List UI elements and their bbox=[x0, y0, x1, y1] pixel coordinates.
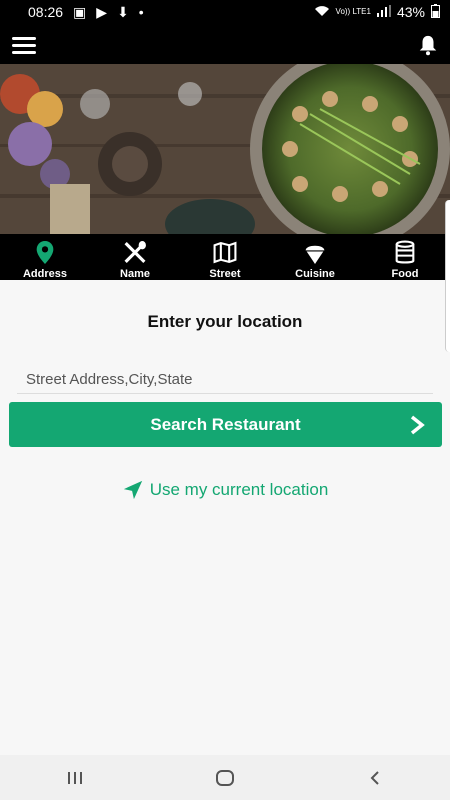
tab-street[interactable]: Street bbox=[180, 234, 270, 280]
navigation-arrow-icon bbox=[123, 480, 142, 500]
location-form: Enter your location Search Restaurant Us… bbox=[0, 280, 450, 755]
map-icon bbox=[213, 241, 237, 264]
network-label: Vo)) LTE1 bbox=[335, 7, 371, 16]
map-pin-icon bbox=[36, 241, 54, 264]
battery-percent: 43% bbox=[396, 4, 425, 20]
tab-address[interactable]: Address bbox=[0, 234, 90, 280]
hero-food-image bbox=[0, 64, 450, 234]
signal-icon bbox=[376, 4, 391, 20]
battery-icon bbox=[431, 3, 440, 21]
address-input[interactable] bbox=[17, 366, 433, 394]
scroll-indicator[interactable] bbox=[445, 200, 450, 352]
fork-spoon-icon bbox=[124, 241, 146, 263]
image-notification-icon: ▣ bbox=[73, 3, 87, 20]
recent-apps-icon[interactable] bbox=[55, 763, 95, 793]
can-icon bbox=[395, 240, 415, 264]
tab-cuisine[interactable]: Cuisine bbox=[270, 234, 360, 280]
status-bar: 08:26 ▣ ▶ ⬇ • Vo)) LTE1 43% bbox=[0, 0, 450, 24]
download-notification-icon: ⬇ bbox=[117, 3, 129, 20]
back-icon[interactable] bbox=[355, 763, 395, 793]
tab-name[interactable]: Name bbox=[90, 234, 180, 280]
chevron-right-icon bbox=[410, 415, 425, 435]
ice-cream-icon bbox=[305, 245, 325, 264]
play-notification-icon: ▶ bbox=[96, 3, 108, 20]
search-button-label: Search Restaurant bbox=[150, 414, 301, 434]
tab-name-label: Name bbox=[120, 268, 150, 280]
search-restaurant-button[interactable]: Search Restaurant bbox=[9, 402, 442, 447]
use-current-location-link[interactable]: Use my current location bbox=[0, 479, 450, 501]
tab-food-label: Food bbox=[391, 268, 419, 280]
clock: 08:26 bbox=[28, 4, 64, 20]
app-bar bbox=[0, 24, 450, 64]
tab-address-label: Address bbox=[22, 268, 68, 280]
bell-icon[interactable] bbox=[417, 34, 439, 56]
search-type-tabs: Address Name Street Cuisine Food bbox=[0, 234, 450, 280]
tab-food[interactable]: Food bbox=[360, 234, 450, 280]
menu-icon[interactable] bbox=[12, 37, 36, 55]
wifi-icon bbox=[314, 4, 330, 20]
dot-icon: • bbox=[138, 4, 144, 20]
tab-street-label: Street bbox=[209, 268, 241, 280]
page-title: Enter your location bbox=[147, 312, 303, 331]
system-nav-bar bbox=[0, 755, 450, 800]
current-location-label: Use my current location bbox=[149, 480, 329, 499]
tab-cuisine-label: Cuisine bbox=[295, 268, 335, 280]
home-icon[interactable] bbox=[205, 763, 245, 793]
